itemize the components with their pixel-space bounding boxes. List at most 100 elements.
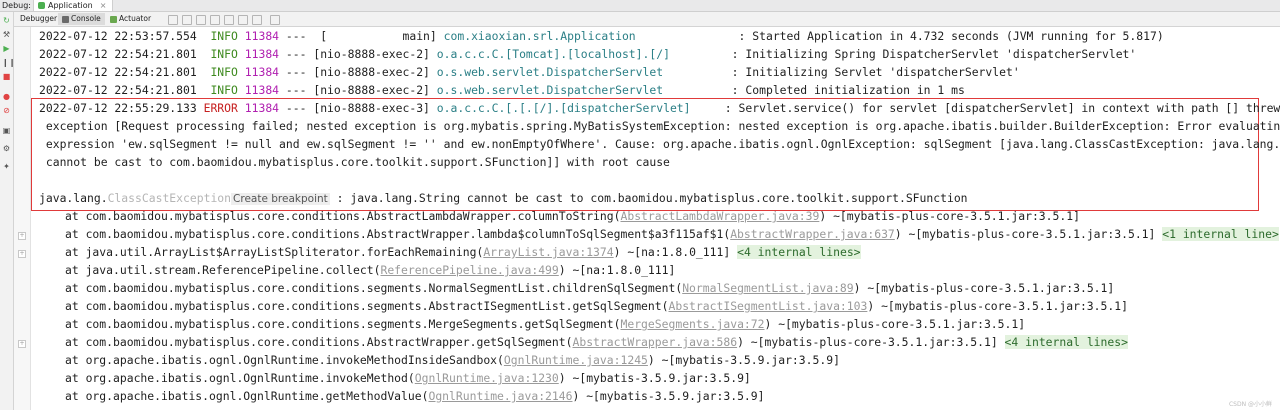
- stack-frame: at org.apache.ibatis.ognl.OgnlRuntime.in…: [65, 351, 840, 369]
- stack-method: at com.baomidou.mybatisplus.core.conditi…: [65, 317, 621, 331]
- stack-source-link[interactable]: NormalSegmentList.java:89: [682, 281, 853, 295]
- actuator-icon: [110, 15, 117, 23]
- log-pid: 11384: [244, 29, 280, 43]
- application-run-icon: [38, 2, 45, 9]
- stack-source-link[interactable]: ReferencePipeline.java:499: [380, 263, 558, 277]
- log-logger: o.a.c.c.C.[Tomcat].[localhost].[/]: [436, 47, 718, 61]
- stack-method: at com.baomidou.mybatisplus.core.conditi…: [65, 281, 683, 295]
- stack-source-link[interactable]: ArrayList.java:1374: [483, 245, 613, 259]
- tab-application[interactable]: Application ×: [33, 0, 114, 11]
- stack-frame: at java.util.ArrayList$ArrayListSplitera…: [65, 243, 861, 261]
- log-logger: o.s.web.servlet.DispatcherServlet: [436, 83, 718, 97]
- stack-method: at org.apache.ibatis.ognl.OgnlRuntime.in…: [65, 353, 504, 367]
- log-logger: o.a.c.c.C.[.[.[/].[dispatcherServlet]: [436, 101, 718, 115]
- close-icon[interactable]: ×: [100, 0, 107, 11]
- stack-frame: at com.baomidou.mybatisplus.core.conditi…: [65, 225, 1279, 243]
- error-text-line: exception [Request processing failed; ne…: [39, 119, 1280, 133]
- log-thread: --- [nio-8888-exec-3]: [285, 101, 437, 115]
- exception-message: : java.lang.String cannot be cast to com…: [329, 191, 968, 205]
- log-message: : Started Application in 4.732 seconds (…: [724, 29, 1164, 43]
- stack-jar: ) ~[na:1.8.0_111]: [613, 245, 738, 259]
- log-line: 2022-07-12 22:53:57.554 INFO 11384 --- […: [39, 27, 1164, 45]
- log-level: INFO: [210, 65, 238, 79]
- log-timestamp: 2022-07-12 22:54:21.801: [39, 83, 197, 97]
- stack-source-link[interactable]: OgnlRuntime.java:1230: [415, 371, 559, 385]
- stack-frame: at com.baomidou.mybatisplus.core.conditi…: [65, 333, 1128, 351]
- step-over-icon[interactable]: [168, 15, 178, 25]
- console-output[interactable]: 2022-07-12 22:53:57.554 INFO 11384 --- […: [39, 27, 1280, 403]
- stack-method: at com.baomidou.mybatisplus.core.conditi…: [65, 299, 669, 313]
- debug-left-toolbar: ↻ ⚒ ▶ ❙❙ ■ ● ⊘ ▣ ⚙ ✦: [0, 12, 15, 410]
- stack-method: at com.baomidou.mybatisplus.core.conditi…: [65, 227, 731, 241]
- stack-jar: ) ~[mybatis-plus-core-3.5.1.jar:3.5.1]: [737, 335, 1005, 349]
- stack-method: at java.util.ArrayList$ArrayListSplitera…: [65, 245, 484, 259]
- stack-frame: at com.baomidou.mybatisplus.core.conditi…: [65, 297, 1128, 315]
- expand-fold-icon[interactable]: +: [18, 232, 26, 240]
- pin-icon[interactable]: ✦: [2, 162, 11, 171]
- exception-class-link[interactable]: ClassCastException: [108, 191, 231, 205]
- stack-frame: at com.baomidou.mybatisplus.core.conditi…: [65, 279, 1114, 297]
- log-message: : Completed initialization in 1 ms: [717, 83, 965, 97]
- internal-lines-chip[interactable]: <4 internal lines>: [1004, 335, 1128, 349]
- exception-line: java.lang.ClassCastException Create break…: [39, 189, 968, 207]
- internal-lines-chip[interactable]: <4 internal lines>: [737, 245, 861, 259]
- log-thread: --- [nio-8888-exec-2]: [285, 65, 437, 79]
- log-timestamp: 2022-07-12 22:53:57.554: [39, 29, 197, 43]
- stack-jar: ) ~[mybatis-plus-core-3.5.1.jar:3.5.1]: [867, 299, 1128, 313]
- log-message: : Initializing Servlet 'dispatcherServle…: [717, 65, 1020, 79]
- tab-console-label: Console: [71, 14, 101, 23]
- settings-icon[interactable]: ⚙: [2, 144, 11, 153]
- stack-jar: ) ~[mybatis-plus-core-3.5.1.jar:3.5.1]: [764, 317, 1026, 331]
- stack-source-link[interactable]: AbstractWrapper.java:637: [730, 227, 895, 241]
- log-thread: --- [ main]: [285, 29, 444, 43]
- log-line: 2022-07-12 22:54:21.801 INFO 11384 --- […: [39, 81, 965, 99]
- error-text-line: expression 'ew.sqlSegment != null and ew…: [39, 137, 1280, 151]
- stack-source-link[interactable]: OgnlRuntime.java:1245: [504, 353, 648, 367]
- camera-icon[interactable]: ▣: [2, 126, 11, 135]
- expand-fold-icon[interactable]: +: [18, 340, 26, 348]
- pause-icon[interactable]: ❙❙: [2, 58, 15, 67]
- stack-frame: at org.apache.ibatis.ognl.OgnlRuntime.ge…: [65, 387, 765, 405]
- stop-icon[interactable]: ■: [2, 72, 11, 81]
- rerun-icon[interactable]: ↻: [2, 16, 11, 25]
- resume-icon[interactable]: ▶: [2, 44, 11, 53]
- expand-fold-icon[interactable]: +: [18, 250, 26, 258]
- stack-frame: at com.baomidou.mybatisplus.core.conditi…: [65, 207, 1080, 225]
- step-into-icon[interactable]: [182, 15, 192, 25]
- log-level: ERROR: [203, 101, 238, 115]
- force-step-into-icon[interactable]: [196, 15, 206, 25]
- mute-breakpoints-icon[interactable]: ⊘: [2, 106, 11, 115]
- stack-jar: ) ~[mybatis-plus-core-3.5.1.jar:3.5.1]: [894, 227, 1163, 241]
- log-timestamp: 2022-07-12 22:54:21.801: [39, 65, 197, 79]
- log-line: 2022-07-12 22:54:21.801 INFO 11384 --- […: [39, 63, 1020, 81]
- drop-frame-icon[interactable]: [224, 15, 234, 25]
- stack-source-link[interactable]: MergeSegments.java:72: [620, 317, 764, 331]
- tab-console[interactable]: Console: [58, 13, 105, 25]
- internal-lines-chip[interactable]: <1 internal line>: [1162, 227, 1279, 241]
- create-breakpoint-button[interactable]: Create breakpoint: [231, 193, 330, 205]
- step-out-icon[interactable]: [210, 15, 220, 25]
- tab-debugger[interactable]: Debugger: [16, 13, 61, 25]
- stack-method: at org.apache.ibatis.ognl.OgnlRuntime.in…: [65, 371, 415, 385]
- error-text-line: cannot be cast to com.baomidou.mybatispl…: [39, 155, 670, 169]
- stack-method: at com.baomidou.mybatisplus.core.conditi…: [65, 335, 573, 349]
- stack-source-link[interactable]: AbstractISegmentList.java:103: [668, 299, 867, 313]
- exception-package: java.lang.: [39, 191, 108, 205]
- wrench-icon[interactable]: ⚒: [2, 30, 11, 39]
- log-message: : Servlet.service() for servlet [dispatc…: [717, 101, 1280, 115]
- table-icon[interactable]: [270, 15, 280, 25]
- log-timestamp: 2022-07-12 22:54:21.801: [39, 47, 197, 61]
- view-breakpoints-icon[interactable]: ●: [2, 92, 11, 101]
- stack-source-link[interactable]: AbstractLambdaWrapper.java:39: [620, 209, 819, 223]
- stack-frame: at org.apache.ibatis.ognl.OgnlRuntime.in…: [65, 369, 751, 387]
- tab-actuator[interactable]: Actuator: [106, 13, 155, 25]
- tab-actuator-label: Actuator: [119, 14, 152, 23]
- stack-source-link[interactable]: OgnlRuntime.java:2146: [428, 389, 572, 403]
- log-logger: com.xiaoxian.srl.Application: [443, 29, 725, 43]
- evaluate-icon[interactable]: [252, 15, 262, 25]
- tab-application-label: Application: [48, 1, 93, 10]
- log-timestamp: 2022-07-12 22:55:29.133: [39, 101, 197, 115]
- run-to-cursor-icon[interactable]: [238, 15, 248, 25]
- stack-source-link[interactable]: AbstractWrapper.java:586: [572, 335, 737, 349]
- debug-label: Debug:: [2, 1, 32, 10]
